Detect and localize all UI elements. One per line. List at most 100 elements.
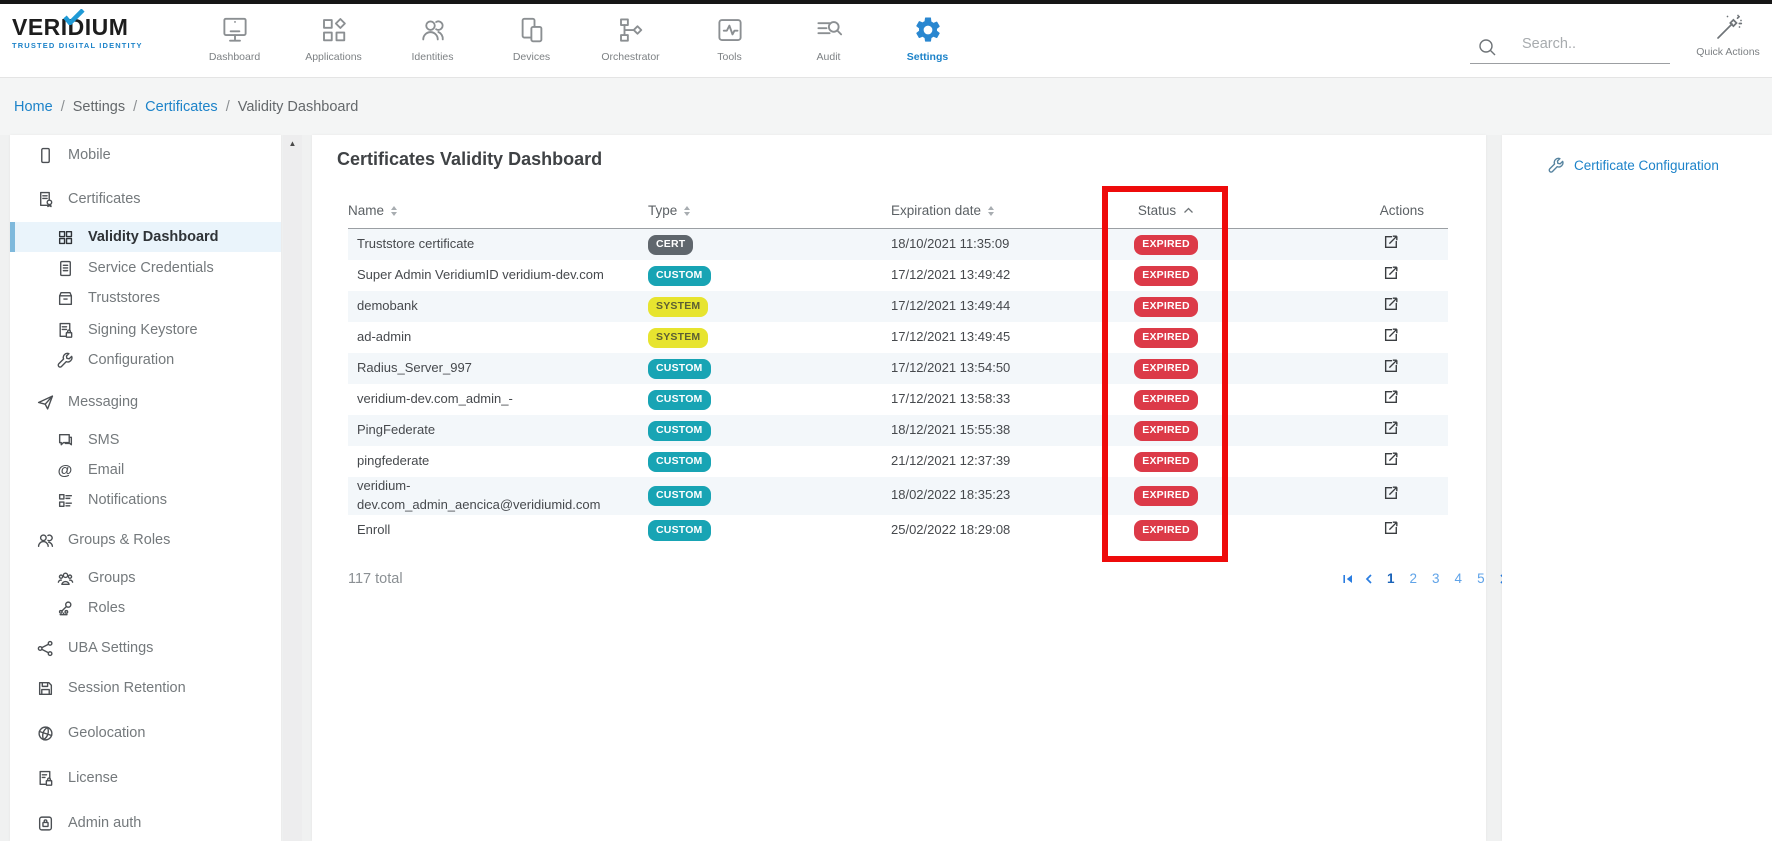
page-number-2[interactable]: 2 (1407, 571, 1421, 586)
sidebar-item-label: Validity Dashboard (88, 229, 219, 245)
table-row: demobankSYSTEM17/12/2021 13:49:44EXPIRED (348, 291, 1448, 322)
sidebar-item-email[interactable]: @ Email (10, 455, 281, 485)
table-row: ad-adminSYSTEM17/12/2021 13:49:45EXPIRED (348, 322, 1448, 353)
nav-item-audit[interactable]: Audit (779, 6, 878, 63)
sidebar-item-messaging[interactable]: Messaging (10, 387, 281, 417)
nav-label: Audit (817, 51, 841, 63)
sidebar-item-sms[interactable]: SMS (10, 425, 281, 455)
sidebar-item-certificates[interactable]: Certificates (10, 184, 281, 214)
sidebar-item-label: Truststores (88, 290, 160, 306)
open-action-icon[interactable] (1383, 295, 1400, 312)
roles-icon (56, 599, 74, 617)
status-badge: EXPIRED (1134, 359, 1198, 379)
search-input[interactable] (1520, 35, 1669, 53)
sidebar-item-admin-auth[interactable]: Admin auth (10, 808, 281, 838)
status-badge: EXPIRED (1134, 297, 1198, 317)
nav-item-orchestrator[interactable]: Orchestrator (581, 6, 680, 63)
sidebar-item-license[interactable]: License (10, 763, 281, 793)
nav-label: Dashboard (209, 51, 260, 63)
grid-icon (56, 228, 74, 246)
sidebar-item-truststores[interactable]: Truststores (10, 283, 281, 313)
column-header-expiration-date[interactable]: Expiration date (891, 193, 1081, 229)
open-action-icon[interactable] (1383, 326, 1400, 343)
nav-item-applications[interactable]: Applications (284, 6, 383, 63)
type-badge: CUSTOM (648, 452, 711, 472)
cell-name: Radius_Server_997 (348, 353, 648, 384)
floppy-icon (36, 679, 54, 697)
cell-status: EXPIRED (1081, 477, 1251, 515)
page-number-5[interactable]: 5 (1474, 571, 1488, 586)
nav-item-tools[interactable]: Tools (680, 6, 779, 63)
certificate-configuration-link[interactable]: Certificate Configuration (1548, 157, 1719, 174)
table-row: EnrollCUSTOM25/02/2022 18:29:08EXPIRED (348, 515, 1448, 546)
open-action-icon[interactable] (1383, 388, 1400, 405)
type-badge: CUSTOM (648, 520, 711, 540)
sidebar-item-session-retention[interactable]: Session Retention (10, 673, 281, 703)
page-prev-icon[interactable] (1363, 573, 1375, 585)
wrench-icon (56, 351, 74, 369)
sidebar-item-label: Messaging (68, 394, 138, 410)
column-header-status[interactable]: Status (1081, 193, 1251, 229)
veridium-logo[interactable]: VERIDIUM TRUSTED DIGITAL IDENTITY (12, 16, 182, 50)
open-action-icon[interactable] (1383, 233, 1400, 250)
column-label: Name (348, 203, 384, 218)
sidebar-item-groups[interactable]: Groups (10, 563, 281, 593)
sidebar-item-geolocation[interactable]: Geolocation (10, 718, 281, 748)
open-action-icon[interactable] (1383, 484, 1400, 501)
cell-status: EXPIRED (1081, 515, 1251, 546)
page-number-4[interactable]: 4 (1452, 571, 1466, 586)
sidebar-item-roles[interactable]: Roles (10, 593, 281, 623)
open-action-icon[interactable] (1383, 419, 1400, 436)
logo-check-icon (63, 9, 85, 25)
cell-actions (1251, 384, 1448, 415)
page-number-3[interactable]: 3 (1429, 571, 1443, 586)
page-first-icon[interactable] (1342, 573, 1354, 585)
at-icon: @ (56, 461, 74, 479)
status-badge: EXPIRED (1134, 486, 1198, 506)
scroll-up-arrow-icon[interactable]: ▲ (283, 139, 302, 148)
type-badge: CUSTOM (648, 390, 711, 410)
cell-expiration: 18/12/2021 15:55:38 (891, 415, 1081, 446)
breadcrumb-home[interactable]: Home (14, 99, 53, 115)
column-label: Status (1138, 203, 1176, 218)
nav-item-dashboard[interactable]: Dashboard (185, 6, 284, 63)
sidebar-item-service-credentials[interactable]: Service Credentials (10, 253, 281, 283)
cell-expiration: 18/02/2022 18:35:23 (891, 477, 1081, 515)
sidebar-item-label: Email (88, 462, 124, 478)
quick-actions-button[interactable]: Quick Actions (1688, 12, 1768, 58)
sidebar-item-notifications[interactable]: Notifications (10, 485, 281, 515)
devices-icon (517, 15, 547, 45)
table-body: Truststore certificateCERT18/10/2021 11:… (348, 229, 1448, 546)
open-action-icon[interactable] (1383, 450, 1400, 467)
page-number-1[interactable]: 1 (1384, 571, 1398, 586)
sidebar-item-label: Notifications (88, 492, 167, 508)
nav-item-devices[interactable]: Devices (482, 6, 581, 63)
column-header-actions: Actions (1251, 193, 1448, 229)
sidebar-item-signing-keystore[interactable]: Signing Keystore (10, 315, 281, 345)
status-badge: EXPIRED (1134, 390, 1198, 410)
sidebar-item-validity-dashboard[interactable]: Validity Dashboard (10, 222, 281, 252)
breadcrumb-certificates[interactable]: Certificates (145, 99, 218, 115)
sidebar-item-mobile[interactable]: Mobile (10, 140, 281, 170)
open-action-icon[interactable] (1383, 519, 1400, 536)
open-action-icon[interactable] (1383, 264, 1400, 281)
nav-item-settings[interactable]: Settings (878, 6, 977, 63)
table-row: veridium-dev.com_admin_-CUSTOM17/12/2021… (348, 384, 1448, 415)
open-action-icon[interactable] (1383, 357, 1400, 374)
cell-expiration: 17/12/2021 13:58:33 (891, 384, 1081, 415)
paper-plane-icon (36, 393, 54, 411)
primary-nav: Dashboard ApplicationsIdentitiesDevicesOr… (185, 6, 977, 63)
sidebar-item-uba-settings[interactable]: UBA Settings (10, 633, 281, 663)
cell-type: CUSTOM (648, 353, 891, 384)
sidebar-scrollbar[interactable]: ▲ (283, 135, 302, 841)
settings-sidebar: Mobile Certificates Validity Dashboard Serv… (10, 135, 281, 841)
cell-name: veridium-dev.com_admin_aencica@veridiumi… (348, 477, 648, 515)
column-header-name[interactable]: Name (348, 193, 648, 229)
auth-lock-icon (36, 814, 54, 832)
column-header-type[interactable]: Type (648, 193, 891, 229)
settings-gear-icon (913, 15, 943, 45)
sidebar-item-groups-roles[interactable]: Groups & Roles (10, 525, 281, 555)
nav-label: Tools (717, 51, 742, 63)
nav-item-identities[interactable]: Identities (383, 6, 482, 63)
sidebar-item-configuration[interactable]: Configuration (10, 345, 281, 375)
